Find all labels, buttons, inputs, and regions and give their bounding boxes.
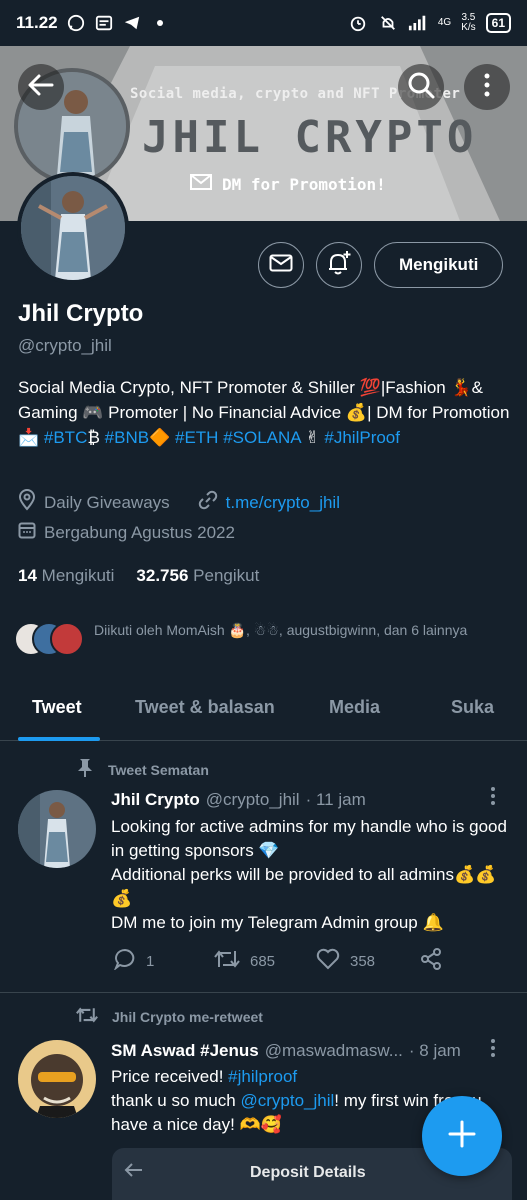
profile-name: Jhil Crypto: [18, 300, 144, 327]
profile-tabs: Tweet Tweet & balasan Media Suka: [0, 685, 527, 741]
profile-location: Daily Giveaways: [44, 492, 170, 512]
telegram-icon: [122, 13, 142, 33]
retweet-context-label: Jhil Crypto me-retweet: [76, 1006, 263, 1027]
embedded-card-title: Deposit Details: [250, 1164, 366, 1181]
banner-dm: DM for Promotion!: [190, 174, 386, 194]
bio-text: ₿: [87, 428, 105, 447]
search-button[interactable]: [398, 64, 444, 110]
hashtag-link[interactable]: #SOLANA: [223, 428, 301, 447]
profile-avatar[interactable]: [17, 172, 129, 284]
following-button[interactable]: Mengikuti: [374, 242, 504, 288]
tweet-header: SM Aswad #Jenus @maswadmasw... · 8 jam: [111, 1041, 461, 1061]
arrow-left-icon: [124, 1162, 144, 1183]
compose-tweet-button[interactable]: [422, 1096, 502, 1176]
active-tab-indicator: [18, 737, 100, 741]
message-button[interactable]: [258, 242, 304, 288]
plus-icon: [447, 1119, 477, 1154]
tweet-author-avatar[interactable]: [18, 790, 96, 868]
profile-website-link[interactable]: t.me/crypto_jhil: [226, 493, 340, 513]
hashtag-link[interactable]: #JhilProof: [324, 428, 400, 447]
reply-button[interactable]: 1: [113, 948, 214, 974]
retweet-icon: [76, 1006, 98, 1027]
profile-bio: Social Media Crypto, NFT Promoter & Shil…: [18, 375, 512, 450]
followed-by-row[interactable]: Diikuti oleh MomAish 🎂, ☃☃, augustbigwin…: [14, 620, 514, 656]
followers-count-link[interactable]: 32.756 Pengikut: [136, 566, 259, 586]
calendar-icon: [18, 521, 36, 544]
banner-title: JHIL CRYPTO: [142, 112, 478, 163]
tweet-author-handle: @maswadmasw...: [264, 1041, 403, 1060]
followed-by-text: Diikuti oleh MomAish 🎂, ☃☃, augustbigwin…: [94, 622, 468, 638]
dot-icon: [150, 13, 170, 33]
tweet-header: Jhil Crypto @crypto_jhil · 11 jam: [111, 790, 366, 810]
follow-counts: 14 Mengikuti 32.756 Pengikut: [18, 566, 259, 586]
notifications-button[interactable]: [316, 242, 362, 288]
mute-icon: [378, 13, 398, 33]
news-icon: [94, 13, 114, 33]
signal-icon: [408, 13, 428, 33]
arrow-left-icon: [28, 74, 54, 101]
following-count-link[interactable]: 14 Mengikuti: [18, 566, 114, 586]
tweet-author-handle: @crypto_jhil: [205, 790, 300, 809]
more-vertical-icon: [484, 73, 490, 102]
more-options-button[interactable]: [464, 64, 510, 110]
reply-icon: [113, 948, 136, 974]
status-time: 11.22: [16, 13, 58, 32]
tweet-timestamp[interactable]: · 8 jam: [409, 1041, 461, 1061]
tweet-link[interactable]: @crypto_jhil: [240, 1091, 334, 1110]
battery-indicator: 61: [485, 13, 511, 33]
hashtag-link[interactable]: #BNB: [105, 428, 149, 447]
bell-plus-icon: [326, 250, 352, 281]
tab-likes[interactable]: Suka: [451, 697, 494, 718]
avatar: [50, 622, 84, 656]
tab-tweets-replies[interactable]: Tweet & balasan: [135, 697, 275, 718]
share-icon: [420, 948, 442, 974]
location-pin-icon: [18, 489, 36, 516]
profile-actions: Mengikuti: [258, 242, 504, 288]
hashtag-link[interactable]: #ETH: [175, 428, 218, 447]
tweet-text-segment: Price received!: [111, 1067, 229, 1086]
profile-handle: @crypto_jhil: [18, 336, 112, 355]
like-button[interactable]: 358: [316, 948, 420, 974]
pinned-tweet-label: Tweet Sematan: [76, 758, 209, 781]
profile-meta-row: Daily Giveaways t.me/crypto_jhil: [18, 489, 340, 516]
profile-joined-row: Bergabung Agustus 2022: [18, 521, 235, 544]
envelope-icon: [190, 174, 212, 194]
envelope-icon: [269, 254, 293, 277]
alarm-icon: [348, 13, 368, 33]
profile-joined-date: Bergabung Agustus 2022: [44, 522, 235, 542]
back-button[interactable]: [18, 64, 64, 110]
tweet-divider: [0, 992, 527, 993]
bio-text: ✌: [300, 428, 325, 447]
retweet-button[interactable]: 685: [214, 948, 316, 974]
link-icon: [198, 490, 218, 515]
tweet-author-avatar[interactable]: [18, 1040, 96, 1118]
search-icon: [407, 71, 435, 104]
status-bar: 11.22 4G 3.5 K/s 61: [0, 0, 527, 46]
bio-text: 🔶: [149, 428, 175, 447]
tweet-author-name[interactable]: Jhil Crypto: [111, 790, 200, 810]
net-speed: 3.5 K/s: [461, 12, 476, 33]
network-type: 4G: [437, 17, 452, 28]
retweet-icon: [214, 949, 240, 973]
follower-avatars: [14, 620, 84, 656]
tab-tweets[interactable]: Tweet: [32, 697, 82, 718]
tweet-link[interactable]: #jhilproof: [228, 1067, 297, 1086]
tweet-text: Looking for active admins for my handle …: [111, 817, 507, 932]
pin-icon: [76, 758, 94, 781]
share-button[interactable]: [420, 948, 442, 974]
tweet-more-button[interactable]: [490, 1038, 496, 1063]
tweet-author-name[interactable]: SM Aswad #Jenus: [111, 1041, 259, 1061]
tweet-text-segment: thank u so much: [111, 1091, 236, 1110]
hashtag-link[interactable]: #BTC: [44, 428, 87, 447]
heart-icon: [316, 948, 340, 974]
tweet-actions: 1 685 358: [113, 948, 454, 974]
tweet-more-button[interactable]: [490, 786, 496, 811]
whatsapp-icon: [66, 13, 86, 33]
tweet-timestamp[interactable]: · 11 jam: [306, 790, 366, 810]
tab-media[interactable]: Media: [329, 697, 380, 718]
